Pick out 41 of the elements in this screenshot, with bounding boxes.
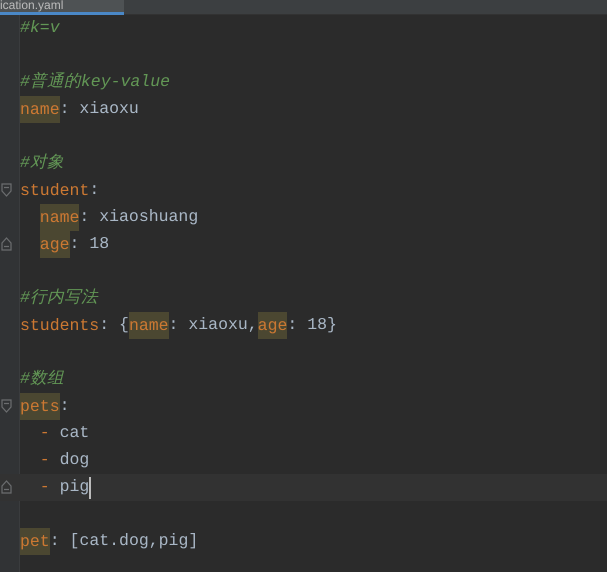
yaml-key: name <box>128 312 169 339</box>
punctuation: : <box>89 179 100 202</box>
fold-start-icon[interactable] <box>1 183 12 197</box>
punctuation: : <box>70 233 80 256</box>
punctuation: : <box>60 98 70 120</box>
punctuation: : <box>287 314 298 336</box>
yaml-value: xiaoshuang <box>99 206 198 228</box>
comment: #普通的key-value <box>20 71 170 94</box>
punctuation: : <box>50 530 60 552</box>
punctuation: - <box>40 422 50 444</box>
fold-end-icon[interactable] <box>1 237 12 251</box>
yaml-value: xiaoxu <box>79 98 139 120</box>
yaml-value: cat <box>60 422 90 444</box>
punctuation: : <box>60 395 70 418</box>
yaml-value: pig <box>60 476 90 498</box>
punctuation: { <box>119 314 129 336</box>
comment: #行内写法 <box>20 287 98 310</box>
punctuation: : <box>79 206 90 228</box>
punctuation: - <box>40 449 50 472</box>
yaml-value: xiaoxu, <box>188 314 258 336</box>
comment: #数组 <box>20 368 64 390</box>
yaml-value: [cat.dog,pig] <box>70 530 198 552</box>
yaml-key: name <box>20 96 60 123</box>
fold-end-icon[interactable] <box>1 480 12 494</box>
yaml-key: pet <box>20 528 50 555</box>
yaml-value: 18} <box>307 314 337 336</box>
punctuation: : <box>168 314 178 336</box>
yaml-key: age <box>258 312 288 339</box>
yaml-value: 18 <box>89 233 110 256</box>
file-tab[interactable]: ication.yaml <box>0 0 124 15</box>
fold-start-icon[interactable] <box>1 399 12 413</box>
yaml-value: dog <box>60 449 90 472</box>
punctuation: : <box>99 314 110 336</box>
yaml-key: student <box>20 177 90 204</box>
yaml-key: pets <box>20 393 60 420</box>
yaml-key: age <box>40 231 70 258</box>
comment: #对象 <box>20 152 64 174</box>
punctuation: - <box>40 476 50 498</box>
comment: #k=v <box>20 17 60 40</box>
yaml-key: name <box>40 204 80 231</box>
yaml-key: students <box>20 312 100 339</box>
